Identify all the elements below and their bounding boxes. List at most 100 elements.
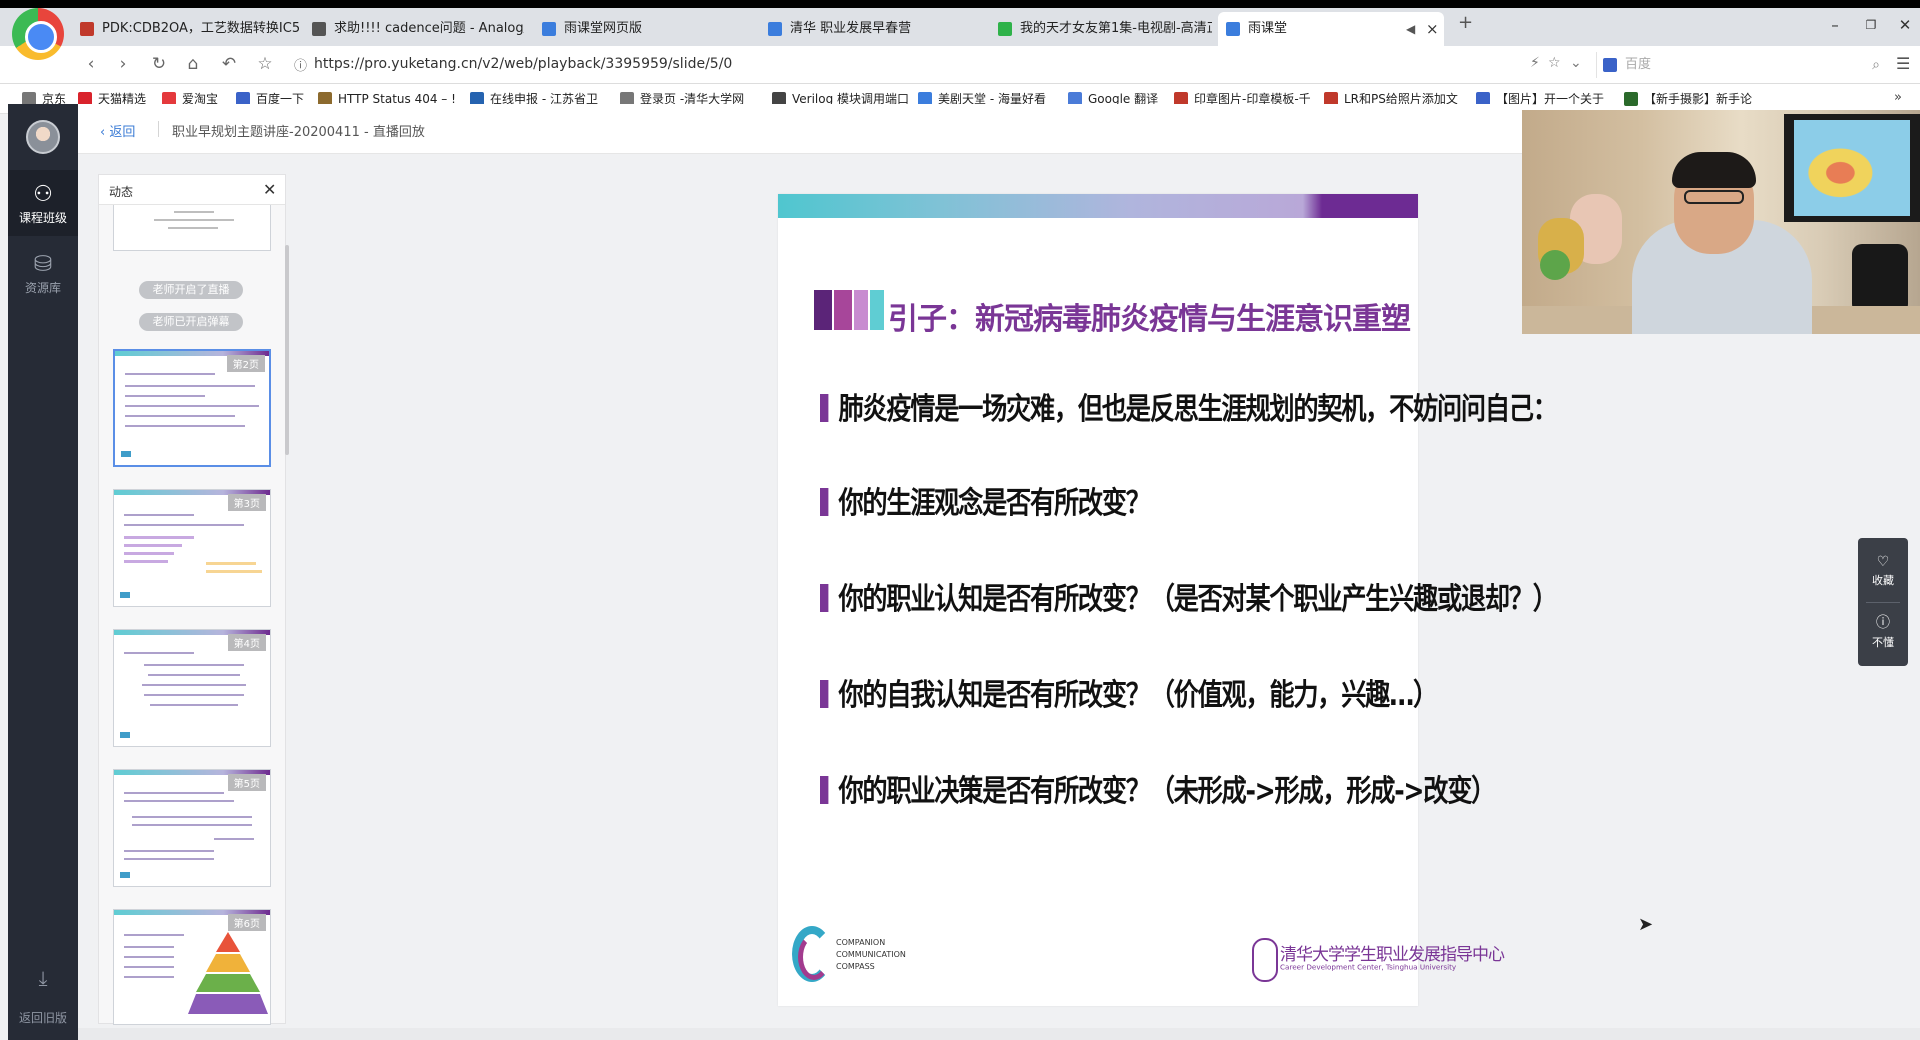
slide-thumbnail[interactable]: 第5页 bbox=[113, 769, 271, 887]
slide-thumbnail[interactable] bbox=[113, 205, 271, 251]
search-icon[interactable]: ⌕ bbox=[1872, 52, 1880, 78]
bookmark-label: 【新手摄影】新手论 bbox=[1644, 92, 1753, 106]
thumb-line bbox=[148, 674, 240, 676]
thumb-line bbox=[125, 395, 205, 397]
window-minimize-button[interactable]: – bbox=[1820, 16, 1850, 34]
thumb-line bbox=[124, 850, 214, 852]
thumb-page-label: 第4页 bbox=[227, 634, 266, 651]
back-arrow-icon[interactable]: ‹ bbox=[80, 54, 102, 74]
dropdown-chevron-icon[interactable]: ⌄ bbox=[1570, 55, 1582, 71]
browser-tab[interactable]: 我的天才女友第1集-电视剧-高清正 bbox=[990, 12, 1212, 46]
bullet-text: 肺炎疫情是一场灾难，但也是反思生涯规划的契机，不妨问问自己： bbox=[838, 392, 1557, 427]
slide-thumbnail[interactable]: 第6页 bbox=[113, 909, 271, 1025]
bookmark-star-icon[interactable]: ☆ bbox=[1548, 55, 1561, 71]
browser-tab-active[interactable]: 雨课堂 ◀ × bbox=[1218, 12, 1444, 46]
thumb-line bbox=[132, 816, 252, 818]
slide-thumbnail[interactable]: 第2页 bbox=[113, 349, 271, 467]
thumb-page-label: 第5页 bbox=[227, 774, 266, 791]
logo-english: Career Development Center, Tsinghua Univ… bbox=[1280, 964, 1457, 972]
thumb-line bbox=[124, 934, 184, 936]
thumb-line bbox=[124, 514, 194, 516]
bullet-marker bbox=[820, 583, 829, 612]
dynamics-title: 动态 bbox=[109, 185, 134, 199]
undo-icon[interactable]: ↶ bbox=[218, 54, 240, 74]
logo-word: COMPANION bbox=[836, 938, 886, 947]
thumb-line bbox=[124, 652, 194, 654]
thumb-line bbox=[214, 838, 254, 840]
menu-icon[interactable]: ☰ bbox=[1896, 54, 1910, 73]
dont-understand-button[interactable]: ⓘ 不懂 bbox=[1858, 612, 1908, 650]
avatar[interactable] bbox=[26, 120, 60, 154]
site-info-icon[interactable]: ⓘ bbox=[294, 55, 307, 74]
browser-tab[interactable]: 清华 职业发展早春营 bbox=[760, 12, 988, 46]
thumb-line bbox=[124, 966, 174, 968]
browser-tab[interactable]: PDK:CDB2OA，工艺数据转换IC51 bbox=[72, 12, 300, 46]
back-link[interactable]: ‹ 返回 bbox=[100, 121, 135, 140]
thumb-page-label: 第2页 bbox=[226, 355, 265, 372]
tab-favicon bbox=[1226, 22, 1240, 36]
question-icon: ⓘ bbox=[1876, 615, 1890, 631]
bullet-marker bbox=[820, 393, 829, 422]
bookmark-favicon bbox=[1624, 92, 1638, 106]
thumb-line bbox=[168, 227, 218, 229]
bookmarks-more-button[interactable]: » bbox=[1894, 90, 1902, 105]
new-tab-button[interactable]: + bbox=[1458, 12, 1473, 33]
logo-word: COMPASS bbox=[836, 962, 875, 971]
pyramid-diagram bbox=[188, 932, 268, 1014]
browser-tab[interactable]: 雨课堂网页版 bbox=[534, 12, 754, 46]
thumb-line bbox=[124, 544, 182, 547]
header-divider bbox=[158, 121, 159, 137]
favorite-button[interactable]: ♡ 收藏 bbox=[1858, 554, 1908, 588]
event-pill: 老师开启了直播 bbox=[139, 281, 243, 299]
star-icon[interactable]: ☆ bbox=[254, 54, 276, 74]
close-icon[interactable]: ✕ bbox=[263, 180, 276, 199]
video-bag bbox=[1852, 244, 1908, 314]
lightning-icon[interactable]: ⚡ bbox=[1530, 55, 1540, 71]
window-close-button[interactable]: ✕ bbox=[1890, 16, 1920, 34]
tab-close-icon[interactable]: × bbox=[1426, 12, 1439, 46]
tab-title: 清华 职业发展早春营 bbox=[790, 21, 912, 36]
thumb-line bbox=[124, 976, 174, 978]
thumb-line bbox=[124, 946, 174, 948]
nav-item-class[interactable]: ⚇ 课程班级 bbox=[8, 170, 78, 236]
thumb-line bbox=[132, 824, 252, 826]
thumb-line bbox=[124, 524, 244, 526]
tab-favicon bbox=[768, 22, 782, 36]
video-wall-map bbox=[1784, 114, 1920, 222]
slide-header-bar bbox=[778, 194, 1418, 218]
speaker-icon[interactable]: ◀ bbox=[1406, 12, 1415, 46]
panel-scrollbar[interactable] bbox=[285, 245, 289, 455]
thumb-line bbox=[124, 792, 224, 794]
thumb-line bbox=[144, 694, 244, 696]
app-left-nav: ⚇ 课程班级 ⛁ 资源库 ⤓ 返回旧版 bbox=[8, 104, 78, 1040]
home-icon[interactable]: ⌂ bbox=[182, 54, 204, 74]
url-input[interactable]: https://pro.yuketang.cn/v2/web/playback/… bbox=[314, 56, 732, 72]
chevron-left-icon: ‹ bbox=[100, 125, 110, 140]
thumb-line bbox=[144, 664, 244, 666]
slide-bullet: 你的职业决策是否有所改变？（未形成->形成，形成->改变） bbox=[820, 766, 1496, 810]
nav-item-library[interactable]: ⛁ 资源库 bbox=[8, 240, 78, 306]
download-icon[interactable]: ⤓ bbox=[8, 966, 78, 990]
bookmark-item[interactable]: 【新手摄影】新手论 bbox=[1624, 90, 1752, 108]
tab-title: 雨课堂网页版 bbox=[564, 21, 643, 36]
slide-thumbnail[interactable]: 第4页 bbox=[113, 629, 271, 747]
tab-favicon bbox=[542, 22, 556, 36]
c-logo-inner-icon bbox=[798, 934, 830, 980]
thumb-line bbox=[125, 373, 215, 375]
window-maximize-button[interactable]: ❐ bbox=[1856, 18, 1886, 32]
tab-favicon bbox=[80, 22, 94, 36]
search-input[interactable]: 百度 ⌕ bbox=[1596, 52, 1884, 78]
video-toy bbox=[1540, 250, 1570, 280]
reload-icon[interactable]: ↻ bbox=[148, 54, 170, 74]
back-to-legacy-button[interactable]: 返回旧版 bbox=[8, 1009, 78, 1026]
thumb-line bbox=[124, 552, 174, 555]
slide-thumbnail[interactable]: 第3页 bbox=[113, 489, 271, 607]
video-person-hair bbox=[1672, 152, 1756, 188]
slide-bullet: 你的职业认知是否有所改变？（是否对某个职业产生兴趣或退却？） bbox=[820, 574, 1558, 618]
tsinghua-cdc-logo: 清华大学学生职业发展指导中心 Career Development Center… bbox=[1252, 938, 1505, 990]
teacher-video[interactable] bbox=[1522, 110, 1920, 334]
forward-arrow-icon[interactable]: › bbox=[112, 54, 134, 74]
browser-tab[interactable]: 求助!!!! cadence问题 - Analog/RF bbox=[304, 12, 524, 46]
class-icon: ⚇ bbox=[33, 182, 53, 207]
thumb-line bbox=[125, 385, 255, 387]
